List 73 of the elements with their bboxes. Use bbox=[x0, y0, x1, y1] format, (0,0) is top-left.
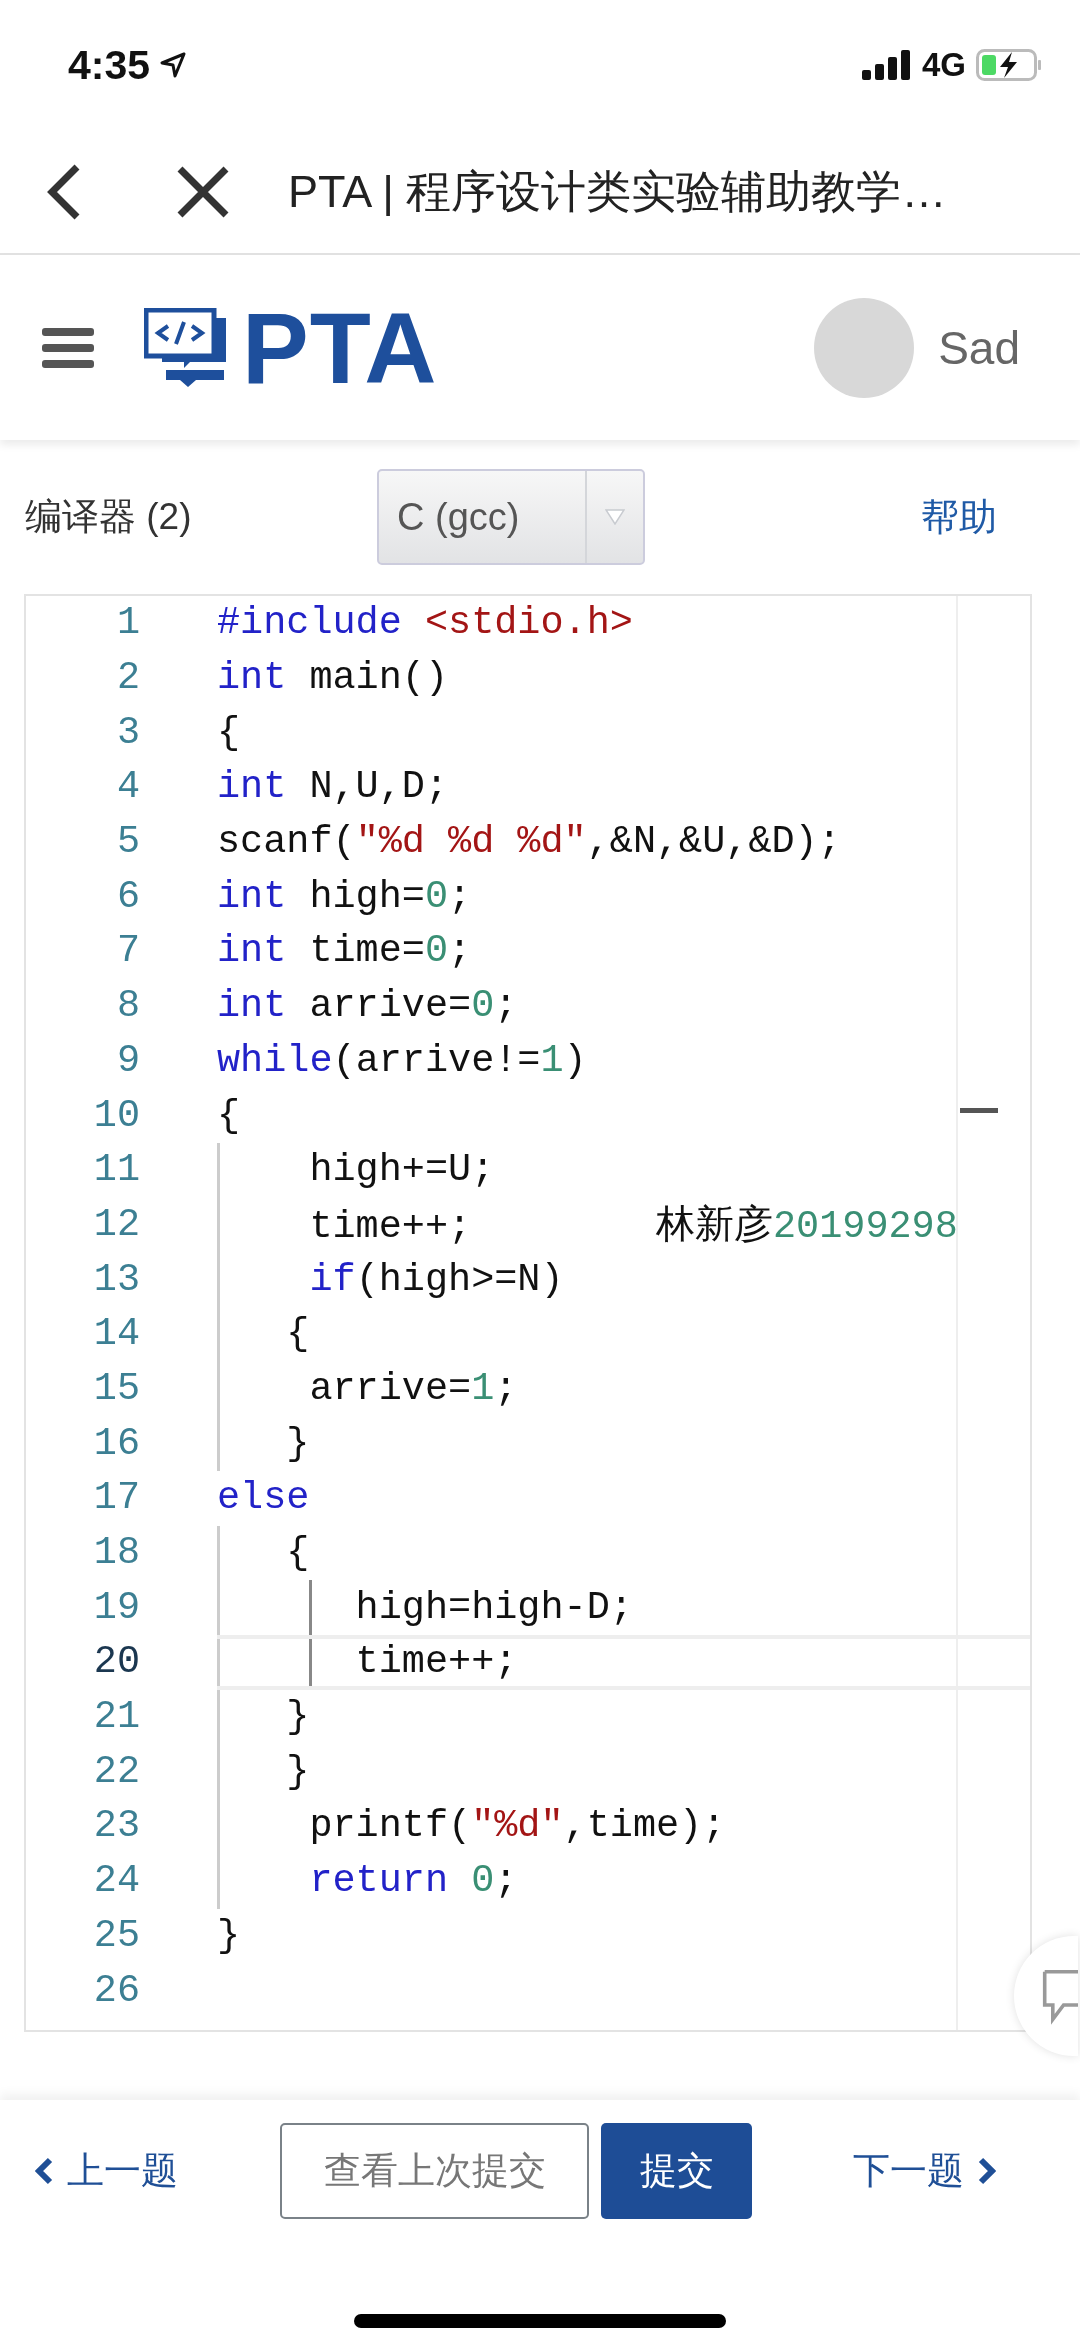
close-icon[interactable] bbox=[176, 164, 230, 219]
line-number: 3 bbox=[115, 710, 140, 755]
line-number: 22 bbox=[92, 1749, 140, 1794]
line-number: 8 bbox=[115, 984, 140, 1029]
signal-icon bbox=[861, 50, 912, 80]
chevron-left-icon bbox=[35, 2157, 53, 2185]
code-line[interactable]: int arrive=0; bbox=[217, 984, 518, 1029]
page-title: PTA | 程序设计类实验辅助教学… bbox=[288, 164, 947, 219]
line-number: 2 bbox=[115, 656, 140, 701]
code-line[interactable]: high+=U; bbox=[217, 1148, 495, 1193]
line-number: 26 bbox=[92, 1968, 140, 2013]
code-line[interactable]: if(high>=N) bbox=[217, 1257, 564, 1302]
line-number: 13 bbox=[92, 1257, 140, 1302]
code-line[interactable]: } bbox=[217, 1749, 310, 1794]
code-line[interactable]: #include <stdio.h> bbox=[217, 601, 633, 646]
line-number: 12 bbox=[92, 1202, 140, 1247]
code-line[interactable]: time++; 林新彦20199298 bbox=[217, 1199, 958, 1251]
next-question-button[interactable]: 下一题 bbox=[853, 2146, 996, 2196]
line-number: 15 bbox=[92, 1366, 140, 1411]
code-line[interactable]: int high=0; bbox=[217, 874, 472, 919]
line-number: 7 bbox=[115, 929, 140, 974]
scrollbar-thumb[interactable] bbox=[960, 1108, 998, 1113]
line-number: 24 bbox=[92, 1859, 140, 1904]
code-line[interactable]: int time=0; bbox=[217, 929, 472, 974]
location-arrow-icon bbox=[160, 52, 187, 78]
line-number: 11 bbox=[92, 1148, 140, 1193]
line-number: 1 bbox=[115, 601, 140, 646]
code-line[interactable]: printf("%d",time); bbox=[217, 1804, 726, 1849]
code-line[interactable]: high=high-D; bbox=[217, 1585, 633, 1630]
code-line[interactable]: arrive=1; bbox=[217, 1366, 518, 1411]
site-logo[interactable]: PTA bbox=[242, 297, 438, 398]
code-line[interactable]: while(arrive!=1) bbox=[217, 1038, 587, 1083]
previous-question-button[interactable]: 上一题 bbox=[35, 2146, 178, 2196]
user-name[interactable]: Sad bbox=[938, 320, 1020, 375]
code-line[interactable]: { bbox=[217, 710, 241, 755]
code-line[interactable]: int main() bbox=[217, 656, 449, 701]
line-number: 9 bbox=[115, 1038, 140, 1083]
code-line[interactable]: return 0; bbox=[217, 1859, 518, 1904]
help-link[interactable]: 帮助 bbox=[921, 491, 997, 543]
menu-icon[interactable] bbox=[42, 325, 94, 370]
view-last-submission-button[interactable]: 查看上次提交 bbox=[280, 2123, 589, 2219]
battery-charging-icon bbox=[976, 49, 1042, 81]
clock-time: 4:35 bbox=[68, 41, 151, 89]
line-number: 10 bbox=[92, 1093, 140, 1138]
line-number: 6 bbox=[115, 874, 140, 919]
code-line[interactable]: time++; bbox=[217, 1640, 518, 1685]
code-line[interactable]: } bbox=[217, 1695, 310, 1740]
line-number: 16 bbox=[92, 1421, 140, 1466]
code-line[interactable]: } bbox=[217, 1913, 241, 1958]
line-number: 18 bbox=[92, 1531, 140, 1576]
code-line[interactable]: else bbox=[217, 1476, 310, 1521]
submit-button[interactable]: 提交 bbox=[601, 2123, 752, 2219]
network-type: 4G bbox=[921, 46, 966, 84]
code-line[interactable]: int N,U,D; bbox=[217, 765, 449, 810]
line-number: 14 bbox=[92, 1312, 140, 1357]
line-number: 4 bbox=[115, 765, 140, 810]
line-number: 25 bbox=[92, 1913, 140, 1958]
code-line[interactable]: scanf("%d %d %d",&N,&U,&D); bbox=[217, 820, 841, 865]
compiler-select[interactable]: C (gcc) bbox=[377, 469, 645, 565]
line-number: 19 bbox=[92, 1585, 140, 1630]
code-line[interactable]: } bbox=[217, 1421, 310, 1466]
code-line[interactable]: { bbox=[217, 1312, 310, 1357]
code-line[interactable]: { bbox=[217, 1531, 310, 1576]
chevron-right-icon bbox=[978, 2157, 996, 2185]
code-line[interactable]: { bbox=[217, 1093, 241, 1138]
line-number: 5 bbox=[115, 820, 140, 865]
compiler-label: 编译器 (2) bbox=[25, 495, 193, 539]
feedback-button[interactable] bbox=[1014, 1936, 1078, 2056]
line-number: 20 bbox=[92, 1640, 140, 1685]
line-number: 17 bbox=[92, 1476, 140, 1521]
line-number: 23 bbox=[92, 1804, 140, 1849]
dropdown-arrow-icon bbox=[605, 509, 625, 525]
line-number: 21 bbox=[92, 1695, 140, 1740]
